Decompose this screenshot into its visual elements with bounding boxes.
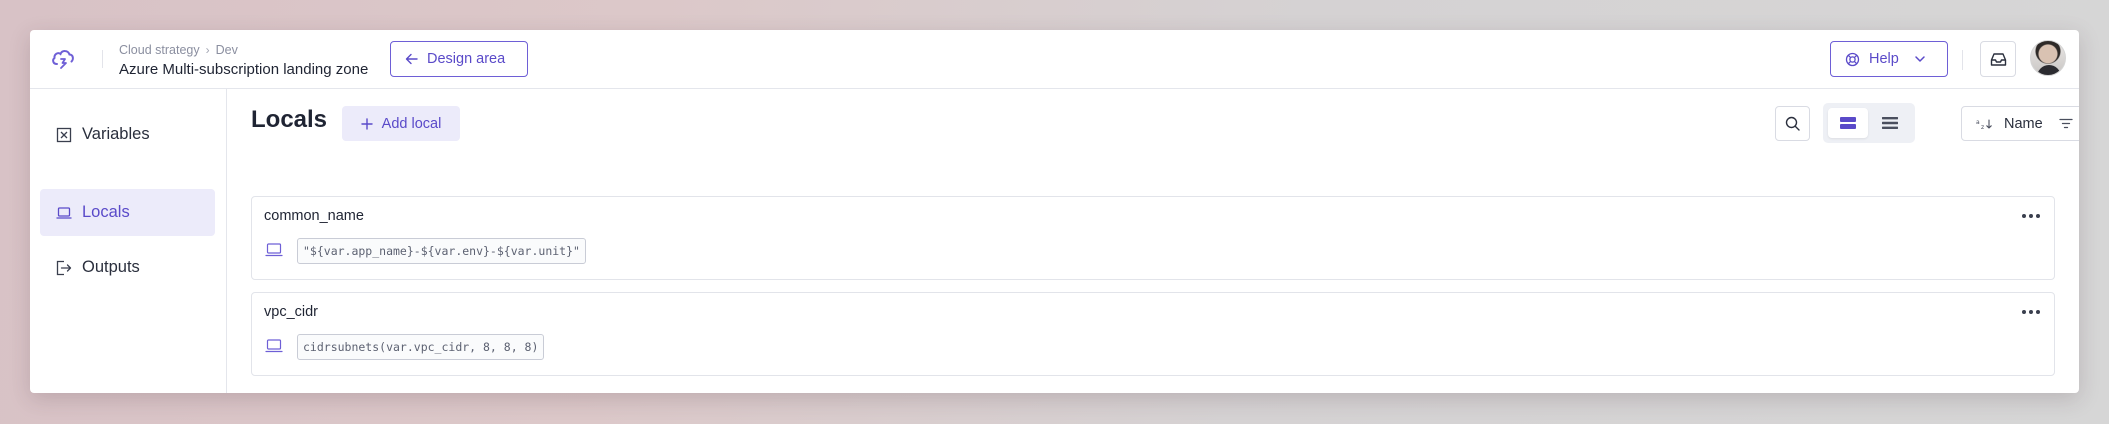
inbox-button[interactable] [1980,41,2016,77]
svg-text:z: z [1981,124,1984,130]
sidebar-item-outputs[interactable]: Outputs [40,244,215,291]
laptop-icon [265,339,283,353]
user-avatar[interactable] [2030,40,2066,76]
plus-icon [360,117,373,130]
sidebar-item-locals[interactable]: Locals [40,189,215,236]
arrow-left-icon [405,53,418,65]
card-view-icon [1840,117,1856,129]
breadcrumb: Cloud strategy › Dev [119,43,238,57]
output-icon [56,260,72,276]
more-options-icon[interactable] [2022,305,2040,319]
local-card[interactable]: vpc_cidr cidrsubnets(var.vpc_cidr, 8, 8,… [251,292,2055,376]
help-button[interactable]: Help [1830,41,1948,77]
sort-alpha-icon: a z [1976,119,1992,130]
more-options-icon[interactable] [2022,209,2040,223]
avatar-figure [2037,65,2061,75]
lifebuoy-icon [1845,52,1860,66]
local-name: common_name [264,208,364,224]
add-local-button[interactable]: Add local [342,106,460,141]
top-header: Cloud strategy › Dev Azure Multi-subscri… [30,30,2079,89]
header-divider [1962,50,1963,70]
local-value-expression[interactable]: cidrsubnets(var.vpc_cidr, 8, 8, 8) [297,334,545,360]
list-view-button[interactable] [1870,108,1910,138]
breadcrumb-item-dev[interactable]: Dev [216,43,238,57]
search-icon [1785,116,1800,131]
inbox-icon [1990,52,2006,66]
search-button[interactable] [1775,106,1810,141]
list-view-icon [1882,117,1898,129]
main-content: Locals Add local a z Name common_name "$… [227,89,2079,393]
sidebar-item-label: Locals [82,203,130,221]
page-title: Locals [251,106,328,133]
sort-button[interactable]: a z Name [1961,106,2079,141]
chevron-down-icon [1915,56,1925,62]
sort-label: Name [2004,115,2043,132]
card-view-button[interactable] [1828,108,1868,138]
header-divider [102,50,103,68]
breadcrumb-item-cloud-strategy[interactable]: Cloud strategy [119,43,200,57]
local-name: vpc_cidr [264,304,318,320]
laptop-icon [265,243,283,257]
local-value-expression[interactable]: "${var.app_name}-${var.env}-${var.unit}" [297,238,586,264]
design-area-label: Design area [427,51,506,67]
sidebar-item-variables[interactable]: Variables [40,111,215,158]
sidebar-item-label: Outputs [82,258,140,276]
svg-text:a: a [1976,119,1980,126]
help-label: Help [1869,51,1899,67]
add-local-label: Add local [381,115,442,132]
app-window: Cloud strategy › Dev Azure Multi-subscri… [30,30,2079,393]
cloud-logo-icon[interactable] [50,46,76,72]
laptop-icon [56,205,72,221]
filter-lines-icon [2059,118,2073,129]
sidebar-item-label: Variables [82,125,150,143]
breadcrumb-separator: › [205,43,210,57]
view-mode-toggle [1823,103,1915,143]
sidebar: Variables Locals Outputs [30,89,227,393]
variables-icon [56,127,72,143]
project-title: Azure Multi-subscription landing zone [119,61,369,78]
local-card[interactable]: common_name "${var.app_name}-${var.env}-… [251,196,2055,280]
design-area-button[interactable]: Design area [390,41,528,77]
